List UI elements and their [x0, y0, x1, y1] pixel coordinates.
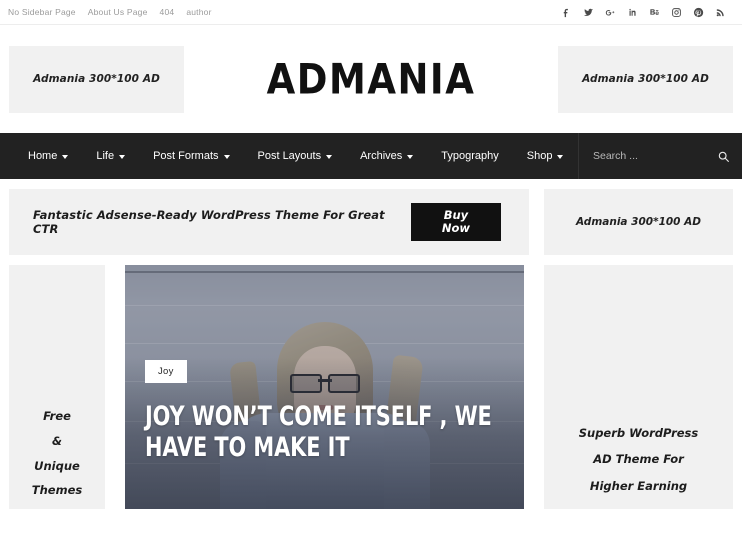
twitter-icon[interactable]: [583, 7, 594, 18]
sidebar-ad-right[interactable]: Superb WordPress AD Theme For Higher Ear…: [544, 265, 733, 509]
sidebar-left-line-1: Free: [43, 409, 71, 424]
linkedin-icon[interactable]: [627, 7, 638, 18]
promo-ad-right[interactable]: Admania 300*100 AD: [544, 189, 733, 255]
nav-item-home[interactable]: Home: [14, 133, 82, 179]
nav-item-life[interactable]: Life: [82, 133, 139, 179]
nav-label-post-layouts: Post Layouts: [257, 150, 322, 162]
social-icons: [561, 7, 732, 18]
site-logo[interactable]: ADMANIA: [184, 55, 558, 103]
chevron-down-icon: [407, 154, 414, 159]
behance-icon[interactable]: [649, 7, 660, 18]
nav-label-archives: Archives: [360, 150, 403, 162]
nav-item-shop[interactable]: Shop: [513, 133, 578, 179]
sidebar-left-line-2: &: [51, 433, 63, 448]
chevron-down-icon: [557, 154, 564, 159]
top-link-about-us-page[interactable]: About Us Page: [88, 7, 148, 17]
google-plus-icon[interactable]: [605, 7, 616, 18]
chevron-down-icon: [223, 154, 230, 159]
promo-text: Fantastic Adsense-Ready WordPress Theme …: [33, 208, 385, 236]
chevron-down-icon: [62, 154, 69, 159]
chevron-down-icon: [119, 154, 126, 159]
nav-label-shop: Shop: [526, 150, 553, 162]
sidebar-right-line-1: Superb WordPress: [578, 425, 699, 440]
buy-now-button[interactable]: Buy Now: [410, 202, 501, 242]
facebook-icon[interactable]: [561, 7, 572, 18]
search-icon[interactable]: [717, 150, 730, 163]
sidebar-left-line-3: Unique: [34, 458, 80, 473]
sidebar-right-line-2: AD Theme For: [593, 452, 684, 467]
featured-post-hero[interactable]: Joy JOY WON’T COME ITSELF , WE HAVE TO M…: [125, 265, 524, 509]
main-navigation: Home Life Post Formats Post Layouts Arch…: [0, 133, 742, 179]
hero-title[interactable]: JOY WON’T COME ITSELF , WE HAVE TO MAKE …: [145, 401, 524, 464]
header-ad-right[interactable]: Admania 300*100 AD: [558, 45, 733, 113]
search-area: [578, 133, 742, 179]
nav-item-post-formats[interactable]: Post Formats: [139, 133, 243, 179]
nav-label-home: Home: [28, 150, 58, 162]
admania-theme-preview: No Sidebar Page About Us Page 404 author: [0, 0, 742, 534]
pinterest-icon[interactable]: [693, 7, 704, 18]
nav-label-life: Life: [96, 150, 115, 162]
chevron-down-icon: [326, 154, 333, 159]
hero-gradient-overlay: [125, 265, 524, 509]
top-bar: No Sidebar Page About Us Page 404 author: [0, 0, 742, 25]
nav-label-typography: Typography: [441, 150, 499, 162]
instagram-icon[interactable]: [671, 7, 682, 18]
top-link-404[interactable]: 404: [160, 7, 175, 17]
top-link-no-sidebar-page[interactable]: No Sidebar Page: [8, 7, 76, 17]
promo-banner: Fantastic Adsense-Ready WordPress Theme …: [9, 189, 529, 255]
top-link-author[interactable]: author: [186, 7, 211, 17]
sidebar-right-line-3: Higher Earning: [589, 478, 688, 493]
search-input[interactable]: [591, 149, 705, 163]
sidebar-left-line-4: Themes: [31, 483, 83, 498]
nav-label-post-formats: Post Formats: [153, 150, 219, 162]
main-content-row: Free & Unique Themes Joy JOY WON’T COME …: [0, 255, 742, 509]
nav-item-post-layouts[interactable]: Post Layouts: [244, 133, 347, 179]
nav-item-typography[interactable]: Typography: [427, 133, 512, 179]
rss-icon[interactable]: [715, 7, 726, 18]
promo-row: Fantastic Adsense-Ready WordPress Theme …: [0, 179, 742, 255]
nav-item-archives[interactable]: Archives: [346, 133, 427, 179]
sidebar-ad-left[interactable]: Free & Unique Themes: [9, 265, 105, 509]
top-bar-links: No Sidebar Page About Us Page 404 author: [8, 7, 212, 17]
header-ad-left[interactable]: Admania 300*100 AD: [9, 45, 184, 113]
header-row: Admania 300*100 AD ADMANIA Admania 300*1…: [0, 25, 742, 133]
hero-category-badge[interactable]: Joy: [145, 360, 187, 383]
